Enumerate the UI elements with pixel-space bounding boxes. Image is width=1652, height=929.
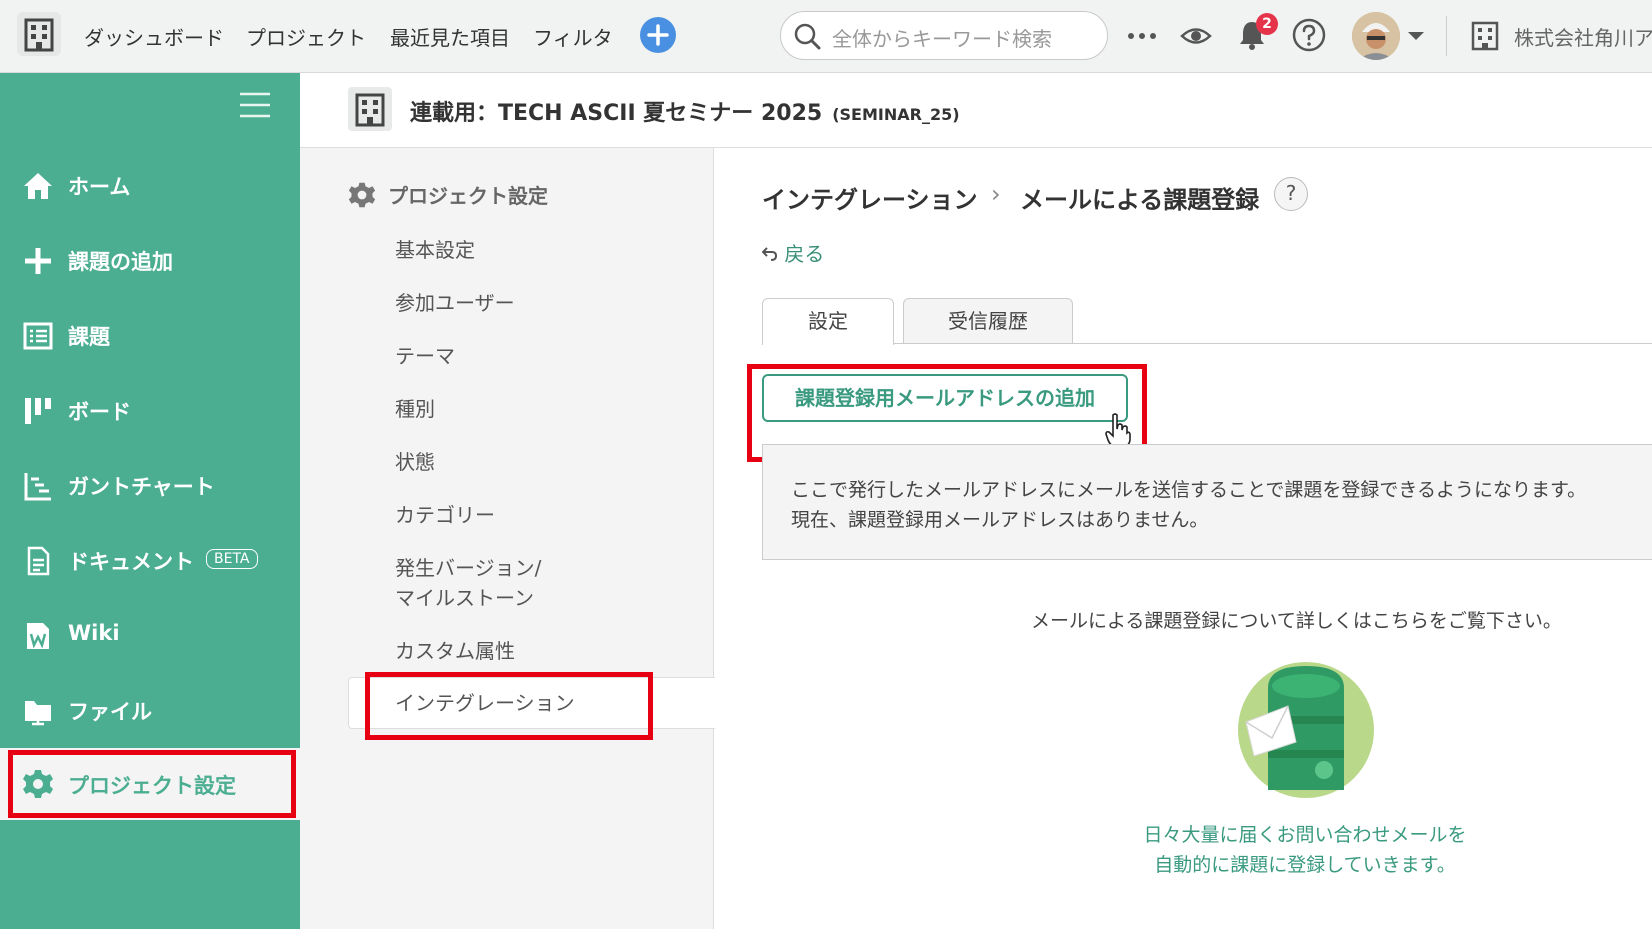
sidebar-item-label: ホーム [68, 175, 131, 199]
settings-nav-categories[interactable]: カテゴリー [395, 500, 495, 530]
settings-nav-versions-line2: マイルストーン [395, 586, 534, 610]
page-title: メールによる課題登録 [1020, 186, 1260, 214]
info-text-2: 現在、課題登録用メールアドレスはありません。 [791, 509, 1209, 531]
sidebar-item-label: 課題 [68, 325, 110, 349]
list-icon [23, 322, 53, 350]
settings-nav-versions[interactable]: 発生バージョン/ マイルストーン [395, 553, 541, 613]
settings-nav-heading: プロジェクト設定 [388, 184, 548, 208]
tab-receive-history[interactable]: 受信履歴 [903, 298, 1073, 344]
plus-icon[interactable] [640, 17, 676, 53]
settings-nav-versions-line1: 発生バージョン/ [395, 556, 542, 580]
divider [1446, 16, 1447, 56]
settings-nav-theme[interactable]: テーマ [395, 341, 455, 371]
sidebar-item-board[interactable]: ボード [0, 381, 300, 441]
sidebar-item-add-issue[interactable]: 課題の追加 [0, 231, 300, 291]
mailbox-illustration-icon [1238, 662, 1374, 798]
back-link[interactable]: 戻る [761, 238, 825, 267]
nav-projects[interactable]: プロジェクト [246, 22, 366, 51]
space-logo-icon[interactable] [17, 12, 61, 56]
sidebar-item-issues[interactable]: 課題 [0, 306, 300, 366]
company-name[interactable]: 株式会社角川ア [1514, 22, 1652, 51]
more-icon[interactable] [1126, 30, 1158, 42]
organization-icon[interactable] [1470, 20, 1500, 52]
beta-badge: BETA [206, 549, 258, 569]
sidebar-item-wiki[interactable]: Wiki [0, 606, 300, 666]
home-icon [24, 173, 52, 199]
project-icon [348, 87, 392, 131]
search-input[interactable]: 全体からキーワード検索 [780, 11, 1108, 60]
sidebar-item-home[interactable]: ホーム [0, 156, 300, 216]
settings-nav: プロジェクト設定 基本設定 参加ユーザー テーマ 種別 状態 カテゴリー 発生バ… [300, 148, 715, 929]
nav-recent[interactable]: 最近見た項目 [390, 22, 510, 51]
gear-icon [348, 182, 376, 208]
notification-badge: 2 [1256, 13, 1278, 35]
settings-nav-users[interactable]: 参加ユーザー [395, 288, 515, 318]
settings-nav-statuses[interactable]: 状態 [395, 447, 435, 477]
wiki-icon [27, 623, 49, 649]
info-box: ここで発行したメールアドレスにメールを送信することで課題を登録できるようになりま… [762, 444, 1652, 560]
document-icon [27, 546, 50, 576]
sidebar-item-label: ボード [68, 400, 131, 424]
board-icon [25, 398, 51, 424]
help-link-text[interactable]: メールによる課題登録について詳しくはこちらをご覧下さい。 [1031, 606, 1562, 633]
sidebar-item-label: ガントチャート [68, 475, 215, 499]
tab-settings[interactable]: 設定 [762, 298, 894, 345]
help-icon[interactable] [1292, 18, 1326, 52]
search-placeholder: 全体からキーワード検索 [832, 27, 1052, 51]
folder-icon [25, 701, 51, 726]
sidebar-item-files[interactable]: ファイル [0, 681, 300, 741]
top-bar: ダッシュボード プロジェクト 最近見た項目 フィルタ 全体からキーワード検索 2 [0, 0, 1652, 73]
project-name: 連載用：TECH ASCII 夏セミナー 2025 [410, 101, 823, 126]
avatar[interactable] [1352, 12, 1400, 60]
tab-divider [762, 343, 1652, 344]
chevron-down-icon[interactable] [1406, 30, 1426, 42]
highlight-sidebar-settings [8, 750, 296, 818]
breadcrumb-separator: › [991, 180, 1001, 208]
settings-nav-custom-fields[interactable]: カスタム属性 [395, 636, 515, 666]
highlight-settings-integration [365, 672, 653, 740]
page-help-button[interactable]: ? [1274, 177, 1308, 211]
back-link-label: 戻る [784, 242, 825, 266]
plus-icon [25, 248, 51, 274]
sidebar-item-gantt[interactable]: ガントチャート [0, 456, 300, 516]
search-icon [794, 23, 821, 50]
hamburger-icon[interactable] [238, 90, 272, 120]
breadcrumb-integration[interactable]: インテグレーション [762, 180, 978, 215]
promo-text-2: 自動的に課題に登録していきます。 [1154, 854, 1456, 876]
settings-nav-basic[interactable]: 基本設定 [395, 235, 475, 265]
project-header: 連載用：TECH ASCII 夏セミナー 2025 (SEMINAR_25) [300, 73, 1652, 148]
watch-eye-icon[interactable] [1180, 20, 1212, 52]
project-title[interactable]: 連載用：TECH ASCII 夏セミナー 2025 (SEMINAR_25) [410, 95, 960, 127]
sidebar-item-documents[interactable]: ドキュメント BETA [0, 531, 300, 591]
back-arrow-icon [761, 247, 778, 261]
gantt-icon [24, 473, 51, 501]
nav-filter[interactable]: フィルタ [533, 22, 613, 51]
promo-text-1: 日々大量に届くお問い合わせメールを [1143, 824, 1467, 846]
settings-nav-issue-types[interactable]: 種別 [395, 394, 435, 424]
sidebar-item-label: 課題の追加 [68, 250, 173, 274]
nav-dashboard[interactable]: ダッシュボード [84, 22, 224, 51]
sidebar-item-label: ファイル [68, 700, 152, 724]
sidebar-item-label: Wiki [68, 621, 120, 645]
info-text-1: ここで発行したメールアドレスにメールを送信することで課題を登録できるようになりま… [791, 479, 1587, 501]
project-key: (SEMINAR_25) [832, 105, 960, 124]
sidebar-item-label: ドキュメント [68, 550, 194, 574]
